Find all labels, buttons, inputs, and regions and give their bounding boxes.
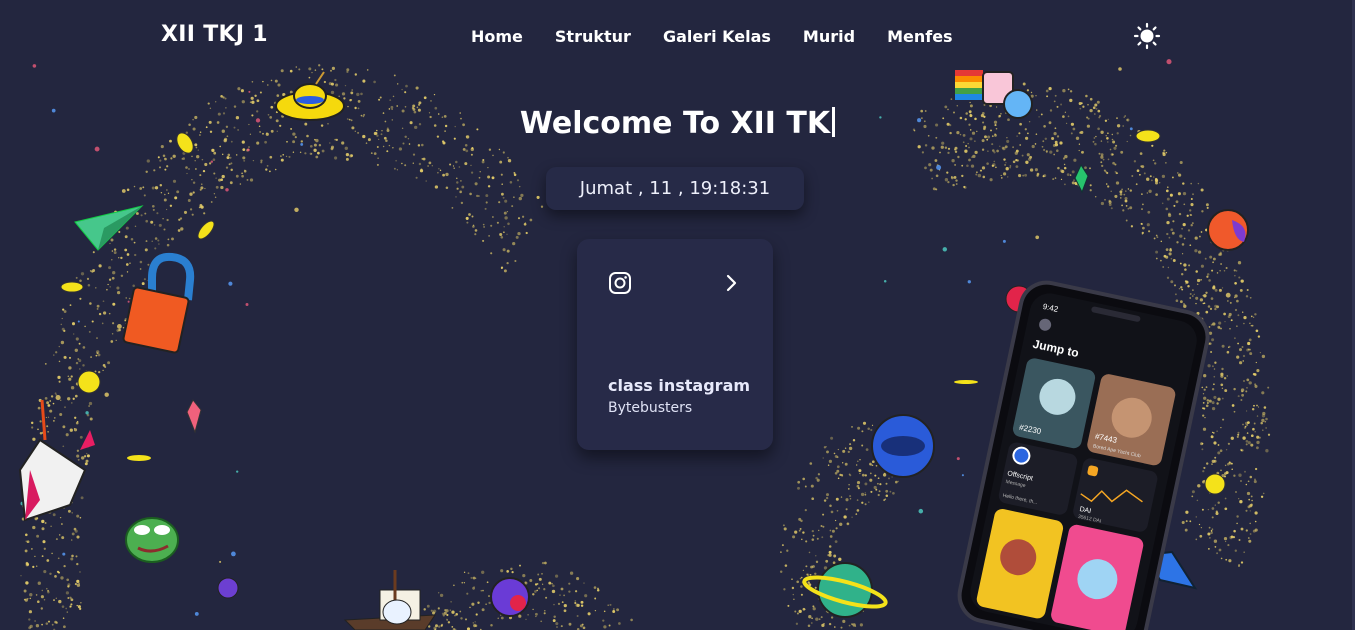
instagram-icon [609, 272, 631, 294]
unicorn-icon [18, 399, 95, 522]
sun-icon[interactable] [1133, 22, 1161, 50]
padlock-icon [122, 252, 195, 354]
planet-orange-icon [1207, 209, 1249, 251]
datetime-display: Jumat , 11 , 19:18:31 [546, 167, 804, 210]
nav-link-galeri-kelas[interactable]: Galeri Kelas [663, 27, 771, 46]
planet-small-icon [217, 577, 239, 599]
planet-purple-icon [490, 577, 530, 617]
nav-links: Home Struktur Galeri Kelas Murid Menfes [471, 27, 953, 46]
card-subtitle: Bytebusters [608, 400, 693, 416]
typing-cursor [832, 107, 836, 137]
brand-logo-text[interactable]: XII TKJ 1 [161, 22, 268, 47]
nav-link-murid[interactable]: Murid [803, 27, 855, 46]
welcome-heading-text: Welcome To XII TK [519, 106, 831, 141]
sparkle-trail-left [20, 64, 633, 630]
frog-icon [125, 517, 179, 563]
chevron-right-icon[interactable] [720, 272, 742, 294]
paper-plane-icon [74, 205, 144, 251]
card-title: class instagram [608, 376, 751, 395]
nav-link-home[interactable]: Home [471, 27, 523, 46]
pirate-ship-icon [343, 570, 436, 630]
navbar: XII TKJ 1 Home Struktur Galeri Kelas Mur… [0, 0, 1355, 72]
nav-link-menfes[interactable]: Menfes [887, 27, 953, 46]
welcome-heading: Welcome To XII TK [0, 106, 1355, 141]
nav-link-struktur[interactable]: Struktur [555, 27, 631, 46]
blue-ring-planet-icon [871, 414, 935, 478]
instagram-card[interactable]: class instagram Bytebusters [577, 239, 773, 450]
crystal-icon [186, 399, 202, 434]
